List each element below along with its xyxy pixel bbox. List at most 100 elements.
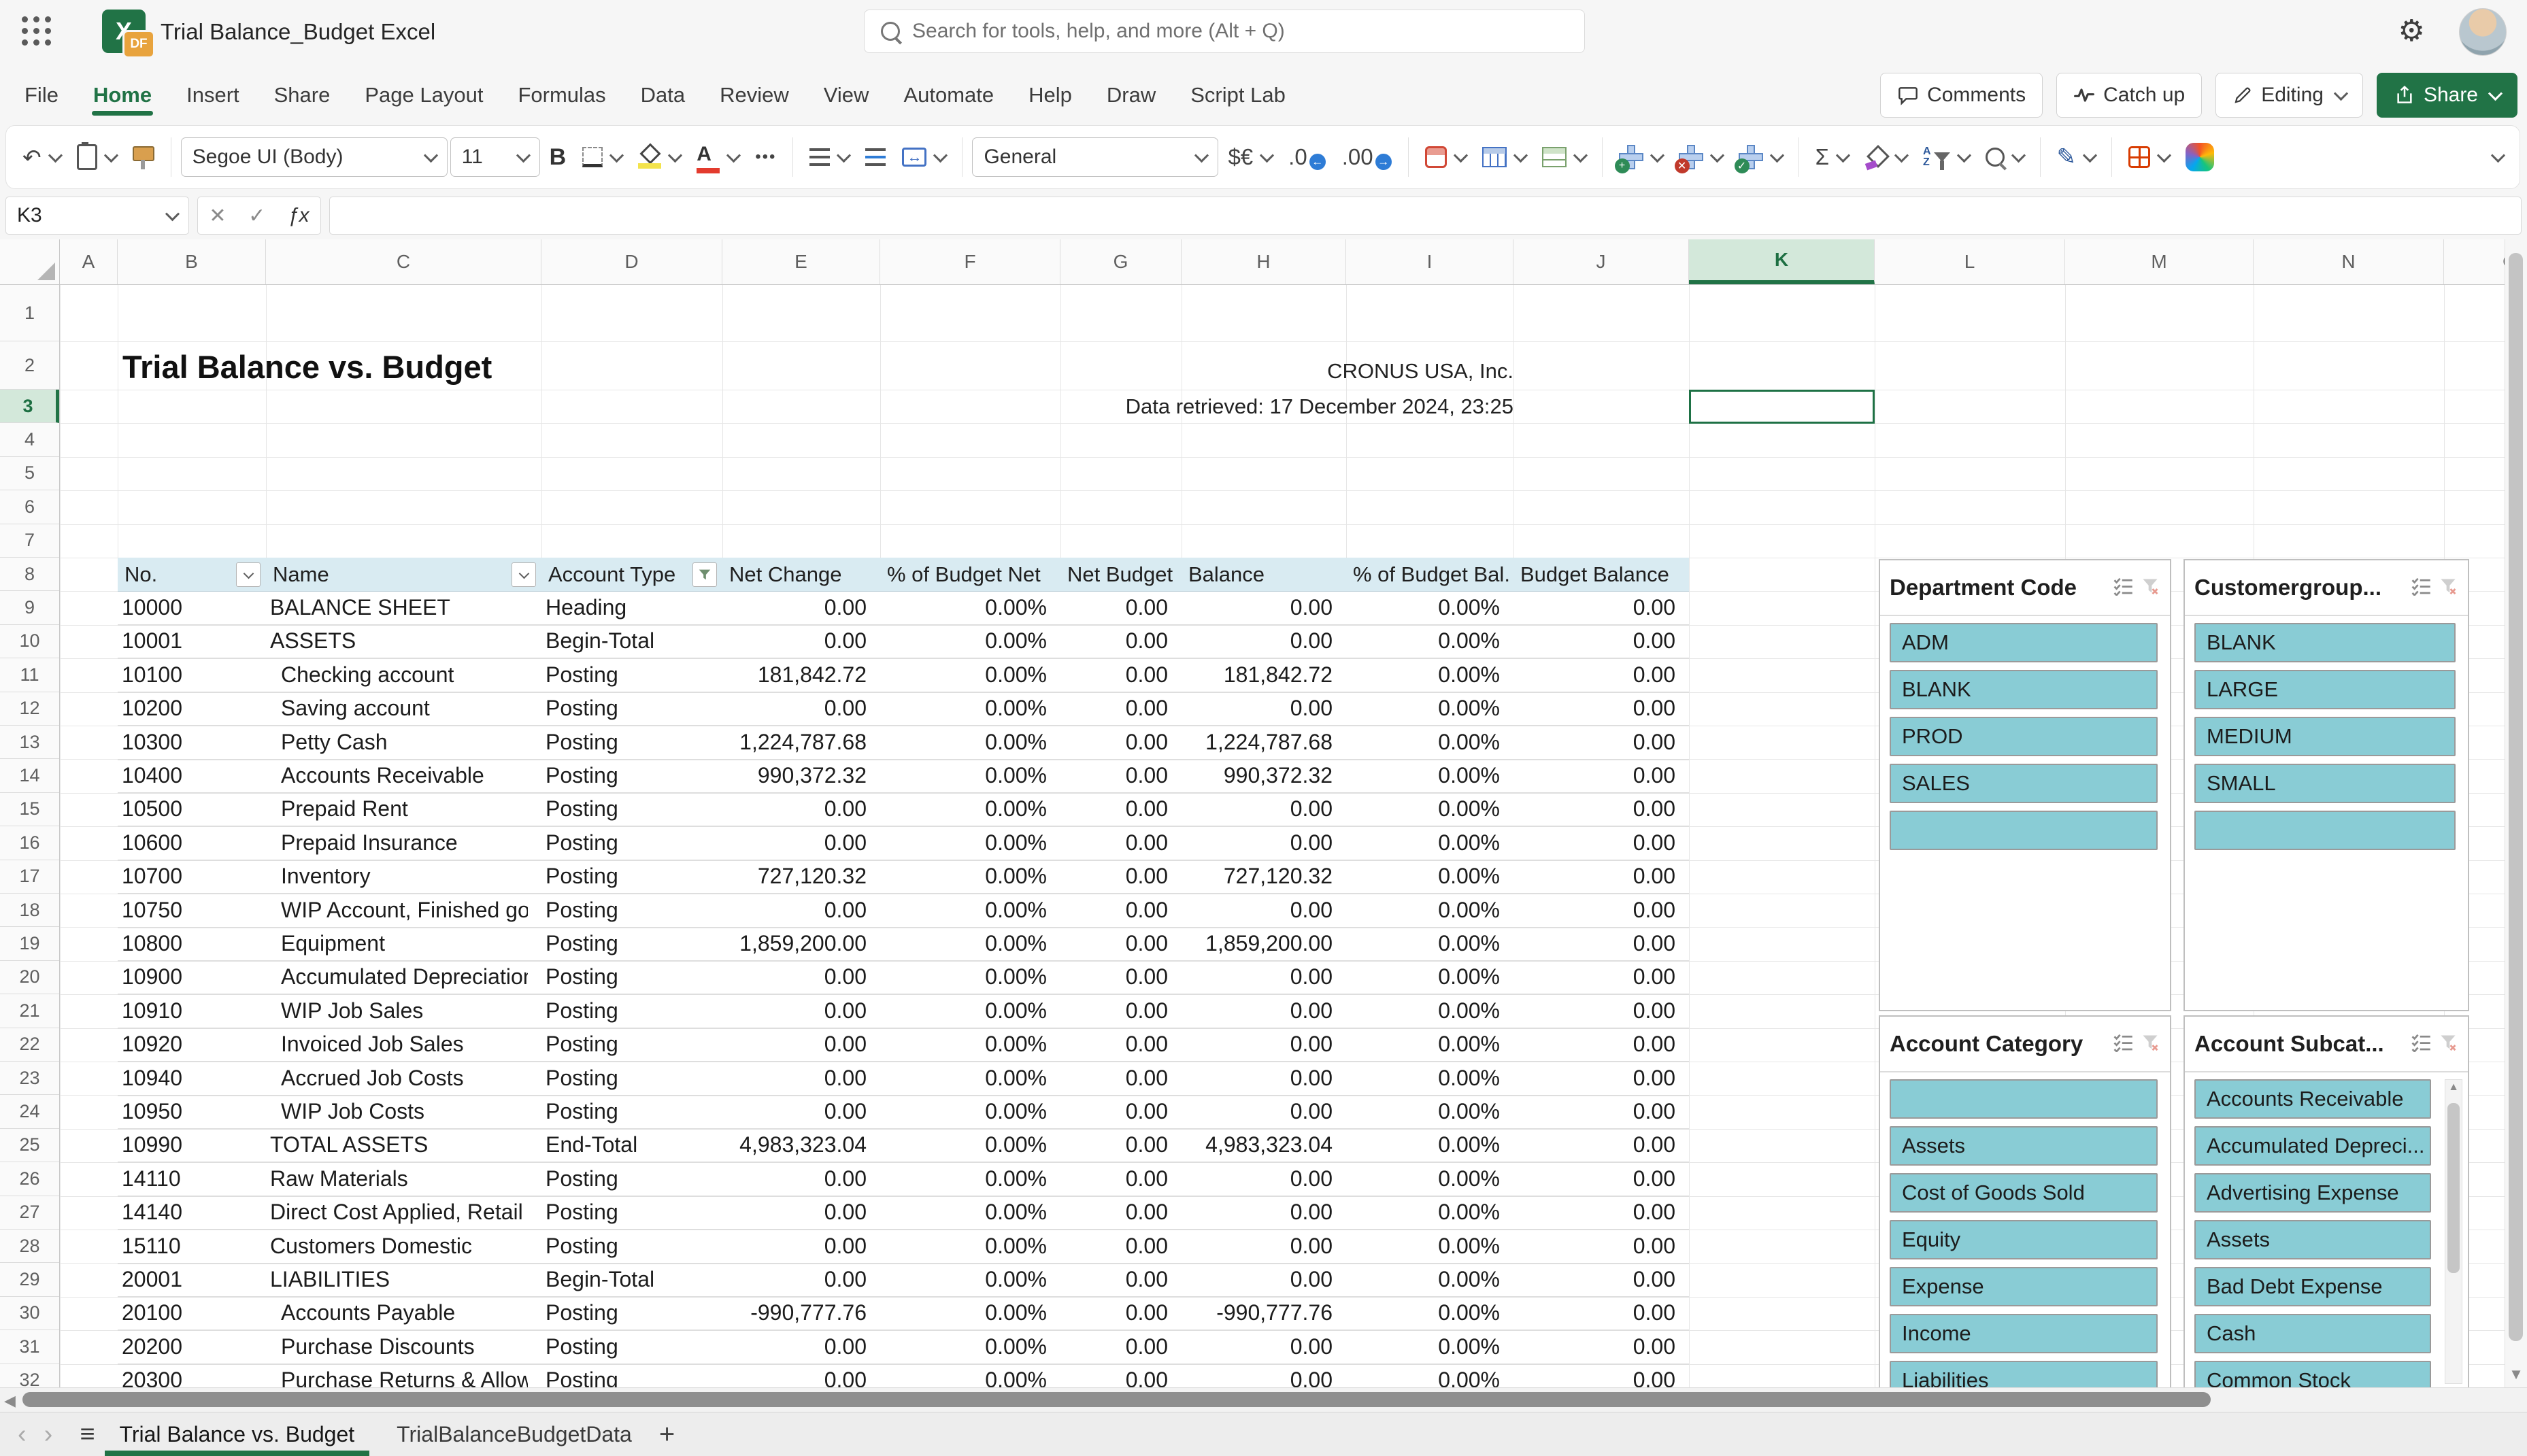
slicer-item-blank[interactable]: BLANK — [2194, 623, 2456, 662]
sheet-tab-trial-balance-vs-budget[interactable]: Trial Balance vs. Budget — [102, 1412, 373, 1456]
column-header-H[interactable]: H — [1182, 239, 1346, 284]
slicer-item-equity[interactable]: Equity — [1890, 1220, 2158, 1259]
share-button[interactable]: Share — [2376, 73, 2517, 118]
column-header-K[interactable]: K — [1689, 239, 1875, 284]
name-box[interactable]: K3 — [5, 197, 189, 235]
wrap-text-button[interactable] — [858, 135, 892, 180]
slicer-item-blank[interactable] — [2194, 811, 2456, 850]
table-row[interactable]: 10940 Accrued Job Costs Posting 0.00 0.00% 0.… — [118, 1062, 1689, 1096]
filter-dropdown-no[interactable] — [236, 562, 261, 587]
slicer-item-accumulated-depreci-[interactable]: Accumulated Depreci... — [2194, 1126, 2431, 1166]
undo-button[interactable]: ↶ — [16, 135, 67, 180]
menu-tab-review[interactable]: Review — [718, 71, 790, 120]
document-title[interactable]: Trial Balance_Budget Excel — [161, 19, 435, 45]
currency-format-button[interactable]: $€ — [1221, 135, 1279, 180]
font-color-button[interactable]: A — [690, 135, 746, 180]
slicer-multiselect-button[interactable] — [2113, 577, 2133, 599]
slicer-item-assets[interactable]: Assets — [1890, 1126, 2158, 1166]
menu-tab-automate[interactable]: Automate — [902, 71, 995, 120]
slicer-clear-filter-button[interactable] — [2438, 577, 2458, 599]
slicer-item-adm[interactable]: ADM — [1890, 623, 2158, 662]
menu-tab-home[interactable]: Home — [91, 71, 154, 120]
font-size-select[interactable]: 11 — [450, 137, 540, 177]
table-row[interactable]: 10400 Accounts Receivable Posting 990,372.3… — [118, 760, 1689, 794]
ink-button[interactable]: ✎ — [2050, 135, 2103, 180]
add-sheet-button[interactable]: + — [659, 1419, 675, 1450]
column-header-B[interactable]: B — [118, 239, 266, 284]
user-avatar[interactable] — [2459, 8, 2507, 56]
column-header-E[interactable]: E — [722, 239, 880, 284]
slicer-item-blank[interactable]: BLANK — [1890, 670, 2158, 709]
filter-dropdown-account-type[interactable] — [692, 562, 717, 587]
insert-cells-button[interactable]: + — [1612, 135, 1669, 180]
menu-tab-view[interactable]: View — [822, 71, 871, 120]
borders-button[interactable] — [575, 135, 629, 180]
decrease-decimal-button[interactable]: .0 ← — [1282, 135, 1333, 180]
menu-tab-draw[interactable]: Draw — [1105, 71, 1157, 120]
search-input[interactable]: Search for tools, help, and more (Alt + … — [864, 10, 1585, 53]
slicer-customergroup-[interactable]: Customergroup... BLANK LARGE MEDIUM SMALL — [2183, 559, 2469, 1011]
slicer-clear-filter-button[interactable] — [2438, 1033, 2458, 1055]
column-header-I[interactable]: I — [1346, 239, 1513, 284]
menu-tab-data[interactable]: Data — [639, 71, 686, 120]
sheet-nav-left-icon[interactable]: ‹ — [18, 1420, 27, 1449]
conditional-formatting-button[interactable] — [1418, 135, 1473, 180]
slicer-item-expense[interactable]: Expense — [1890, 1267, 2158, 1306]
table-row[interactable]: 10700 Inventory Posting 727,120.32 0.00% 0.00… — [118, 860, 1689, 895]
menu-tab-formulas[interactable]: Formulas — [516, 71, 607, 120]
sheet-nav-right-icon[interactable]: › — [44, 1420, 53, 1449]
table-row[interactable]: 10950 WIP Job Costs Posting 0.00 0.00% 0.00 0.… — [118, 1096, 1689, 1130]
column-header-F[interactable]: F — [880, 239, 1060, 284]
slicer-item-assets[interactable]: Assets — [2194, 1220, 2431, 1259]
copilot-button[interactable] — [2179, 135, 2221, 180]
editing-mode-button[interactable]: Editing — [2215, 73, 2363, 118]
scroll-down-arrow-icon[interactable]: ▼ — [2505, 1366, 2527, 1383]
slicer-account-category[interactable]: Account Category Assets Cost of Goods Sold… — [1879, 1015, 2171, 1400]
slicer-multiselect-button[interactable] — [2411, 577, 2431, 599]
table-row[interactable]: 10600 Prepaid Insurance Posting 0.00 0.00% 0.… — [118, 827, 1689, 861]
scroll-left-arrow-icon[interactable]: ◀ — [4, 1392, 16, 1410]
slicer-item-blank[interactable] — [1890, 811, 2158, 850]
ribbon-collapse-button[interactable] — [2482, 135, 2510, 180]
settings-gear-icon[interactable]: ⚙ — [2398, 14, 2425, 48]
table-row[interactable]: 15110 Customers Domestic Posting 0.00 0.00% 0… — [118, 1230, 1689, 1264]
format-painter-button[interactable] — [126, 135, 161, 180]
increase-decimal-button[interactable]: .00 → — [1335, 135, 1399, 180]
formula-input[interactable] — [329, 197, 2522, 235]
menu-tab-share[interactable]: Share — [273, 71, 332, 120]
autosum-button[interactable]: Σ — [1809, 135, 1855, 180]
table-row[interactable]: 10300 Petty Cash Posting 1,224,787.68 0.00% 0… — [118, 726, 1689, 760]
column-header-C[interactable]: C — [266, 239, 541, 284]
view-options-button[interactable] — [2122, 135, 2176, 180]
slicer-item-large[interactable]: LARGE — [2194, 670, 2456, 709]
slicer-item-cost-of-goods-sold[interactable]: Cost of Goods Sold — [1890, 1173, 2158, 1213]
table-row[interactable]: 20300 Purchase Returns & Allowances Postin… — [118, 1364, 1689, 1387]
format-as-table-button[interactable] — [1475, 135, 1533, 180]
vertical-scrollbar-thumb[interactable] — [2509, 253, 2523, 1341]
table-row[interactable]: 10990 TOTAL ASSETS End-Total 4,983,323.04 0.… — [118, 1129, 1689, 1164]
slicer-item-accounts-receivable[interactable]: Accounts Receivable — [2194, 1079, 2431, 1119]
table-row[interactable]: 10920 Invoiced Job Sales Posting 0.00 0.00% 0… — [118, 1028, 1689, 1063]
column-header-J[interactable]: J — [1513, 239, 1689, 284]
horizontal-scrollbar[interactable]: ◀ — [0, 1387, 2527, 1412]
slicer-account-subcat-[interactable]: Account Subcat... Accounts Receivable Accu… — [2183, 1015, 2469, 1400]
app-launcher-icon[interactable] — [22, 16, 51, 46]
slicer-item-cash[interactable]: Cash — [2194, 1314, 2431, 1353]
column-header-A[interactable]: A — [60, 239, 118, 284]
table-row[interactable]: 10800 Equipment Posting 1,859,200.00 0.00% 0.… — [118, 928, 1689, 962]
more-font-options-button[interactable]: ••• — [748, 135, 783, 180]
sheet-tab-trialbalancebudgetdata[interactable]: TrialBalanceBudgetData — [379, 1412, 650, 1456]
find-button[interactable] — [1979, 135, 2030, 180]
clear-button[interactable] — [1858, 135, 1913, 180]
horizontal-scrollbar-thumb[interactable] — [22, 1392, 2211, 1407]
column-header-M[interactable]: M — [2065, 239, 2254, 284]
confirm-entry-icon[interactable]: ✓ — [248, 204, 265, 228]
catch-up-button[interactable]: Catch up — [2056, 73, 2203, 118]
slicer-multiselect-button[interactable] — [2411, 1033, 2431, 1055]
menu-tab-page-layout[interactable]: Page Layout — [363, 71, 484, 120]
slicer-item-sales[interactable]: SALES — [1890, 764, 2158, 803]
menu-tab-insert[interactable]: Insert — [185, 71, 241, 120]
slicer-item-bad-debt-expense[interactable]: Bad Debt Expense — [2194, 1267, 2431, 1306]
table-row[interactable]: 20001 LIABILITIES Begin-Total 0.00 0.00% 0.00… — [118, 1264, 1689, 1298]
column-header-G[interactable]: G — [1060, 239, 1182, 284]
